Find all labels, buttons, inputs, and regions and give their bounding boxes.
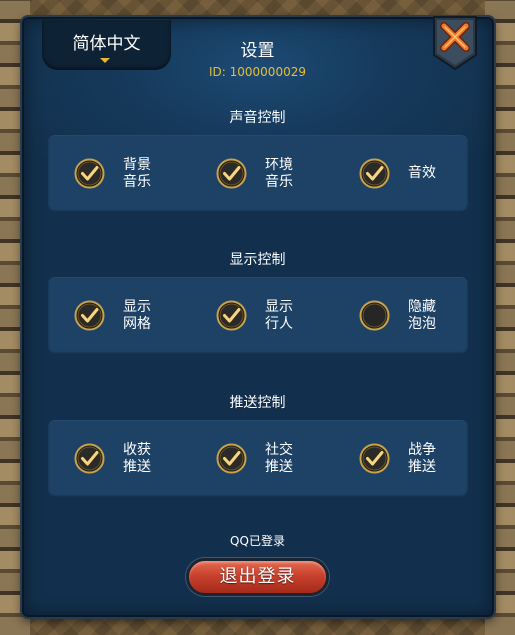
section-title-display: 显示控制	[229, 252, 286, 268]
section-title-sound: 声音控制	[229, 110, 286, 126]
checkmark-icon	[74, 300, 105, 331]
toggle-sound-effects[interactable]: 音效	[333, 135, 473, 212]
section-sound: 背景 音乐 环境 音乐 音效	[48, 135, 468, 212]
toggle-hide-bubbles[interactable]: 隐藏 泡泡	[333, 277, 473, 354]
option-label: 背景 音乐	[123, 156, 151, 190]
checkmark-icon	[74, 443, 105, 474]
section-display: 显示 网格 显示 行人 隐藏 泡泡	[48, 277, 468, 354]
toggle-show-grid[interactable]: 显示 网格	[48, 277, 188, 354]
section-title-push: 推送控制	[229, 395, 286, 411]
checkmark-icon	[74, 158, 105, 189]
option-label: 音效	[408, 165, 436, 181]
option-label: 显示 网格	[123, 298, 151, 332]
option-label: 社交 推送	[265, 441, 293, 475]
section-push: 收获 推送 社交 推送 战争 推送	[48, 420, 468, 497]
empty-circle-icon	[359, 300, 390, 331]
logout-button[interactable]: 退出登录	[186, 558, 329, 596]
checkmark-icon	[359, 158, 390, 189]
checkmark-icon	[216, 158, 247, 189]
option-label: 环境 音乐	[265, 156, 293, 190]
login-status: QQ已登录	[230, 534, 285, 548]
toggle-show-pedestrians[interactable]: 显示 行人	[190, 277, 330, 354]
checkmark-icon	[216, 443, 247, 474]
toggle-war-push[interactable]: 战争 推送	[333, 420, 473, 497]
option-label: 收获 推送	[123, 441, 151, 475]
player-id: ID: 1000000029	[209, 65, 306, 79]
option-label: 显示 行人	[265, 298, 293, 332]
checkmark-icon	[216, 300, 247, 331]
page-title: 设置	[240, 41, 275, 61]
checkmark-icon	[359, 443, 390, 474]
toggle-background-music[interactable]: 背景 音乐	[48, 135, 188, 212]
toggle-harvest-push[interactable]: 收获 推送	[48, 420, 188, 497]
toggle-social-push[interactable]: 社交 推送	[190, 420, 330, 497]
option-label: 战争 推送	[408, 441, 436, 475]
toggle-ambient-music[interactable]: 环境 音乐	[190, 135, 330, 212]
option-label: 隐藏 泡泡	[408, 298, 436, 332]
